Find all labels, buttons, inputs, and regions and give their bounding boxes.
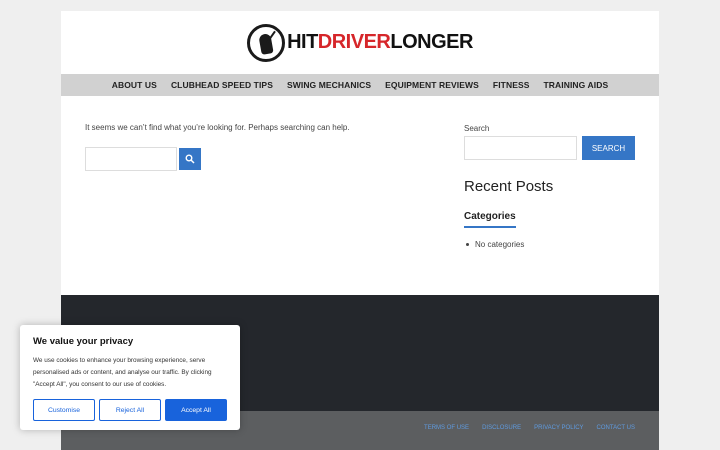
logo-text-hit: HIT [287, 31, 318, 53]
main-search-input[interactable] [85, 147, 177, 171]
nav-item-equipment-reviews[interactable]: EQUIPMENT REVIEWS [385, 80, 479, 90]
sidebar-search-input[interactable] [464, 136, 577, 160]
cookie-banner-title: We value your privacy [33, 336, 134, 347]
sidebar-search-form: SEARCH [464, 136, 636, 160]
footer-link-disclosure[interactable]: DISCLOSURE [482, 425, 521, 431]
nav-item-swing-mechanics[interactable]: SWING MECHANICS [287, 80, 371, 90]
logo-text-longer: LONGER [390, 31, 473, 53]
nav-item-training-aids[interactable]: TRAINING AIDS [544, 80, 609, 90]
site-logo[interactable]: HITDRIVERLONGER [247, 23, 473, 62]
cookie-banner-text: We use cookies to enhance your browsing … [33, 357, 212, 388]
main-search-button[interactable] [179, 148, 201, 170]
list-item: No categories [464, 240, 636, 249]
customise-button[interactable]: Customise [33, 399, 95, 421]
accept-all-button[interactable]: Accept All [165, 399, 227, 421]
site-header: HITDRIVERLONGER [61, 11, 659, 74]
footer-link-contact-us[interactable]: CONTACT US [597, 425, 635, 431]
recent-posts-heading: Recent Posts [464, 178, 554, 195]
logo-text: HITDRIVERLONGER [287, 31, 473, 54]
nav-item-clubhead-speed-tips[interactable]: CLUBHEAD SPEED TIPS [171, 80, 273, 90]
main-search-form [85, 147, 201, 171]
search-icon [185, 154, 195, 164]
footer-link-terms-of-use[interactable]: TERMS OF USE [424, 425, 469, 431]
sidebar-search-button[interactable]: SEARCH [582, 136, 635, 160]
golfer-logo-icon [247, 23, 286, 62]
category-item-label: No categories [475, 240, 525, 249]
cookie-consent-banner: We value your privacy We use cookies to … [20, 325, 240, 430]
main-navigation: ABOUT US CLUBHEAD SPEED TIPS SWING MECHA… [61, 74, 659, 96]
logo-text-driver: DRIVER [317, 31, 391, 53]
sidebar: Search SEARCH Recent Posts Categories No… [464, 124, 636, 249]
footer-links: TERMS OF USE DISCLOSURE PRIVACY POLICY C… [411, 425, 635, 431]
bullet-icon [466, 243, 469, 246]
cookie-banner-actions: Customise Reject All Accept All [33, 399, 227, 421]
not-found-message: It seems we can’t find what you’re looki… [85, 123, 350, 132]
footer-link-privacy-policy[interactable]: PRIVACY POLICY [534, 425, 583, 431]
nav-item-about-us[interactable]: ABOUT US [112, 80, 157, 90]
main-content: It seems we can’t find what you’re looki… [85, 123, 350, 132]
nav-item-fitness[interactable]: FITNESS [493, 80, 530, 90]
reject-all-button[interactable]: Reject All [99, 399, 161, 421]
categories-heading: Categories [464, 211, 516, 228]
sidebar-search-label: Search [464, 124, 490, 133]
